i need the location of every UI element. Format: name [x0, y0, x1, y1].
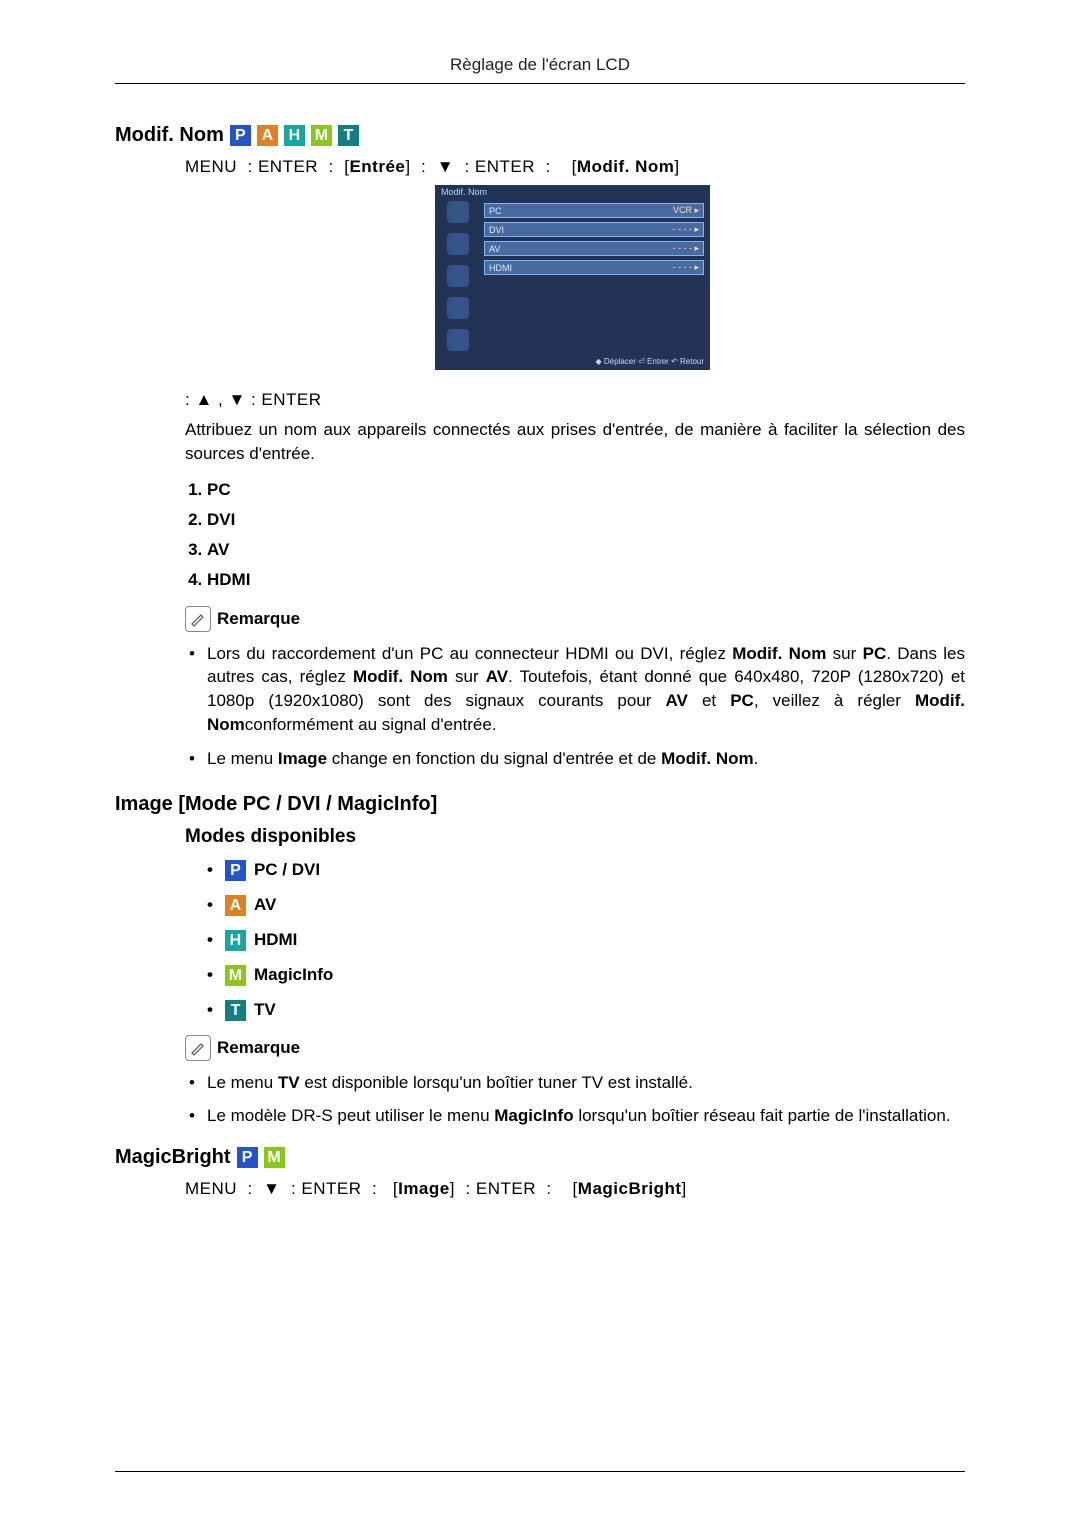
osd-row: HDMI- - - - ▸	[484, 260, 704, 275]
page-title: Règlage de l'écran LCD	[115, 55, 965, 84]
nav-path-2: : ▲ , ▼ : ENTER	[185, 390, 965, 410]
mode-icon-h: H	[284, 125, 305, 146]
modes-heading: Modes disponibles	[185, 826, 965, 848]
input-list: PC DVI AV HDMI	[185, 480, 965, 590]
intro-paragraph: Attribuez un nom aux appareils connectés…	[185, 418, 965, 466]
osd-title: Modif. Nom	[435, 185, 710, 197]
osd-row: DVI- - - - ▸	[484, 222, 704, 237]
mode-icon-a: A	[225, 895, 246, 916]
mode-item: M MagicInfo	[207, 965, 965, 986]
remarque-list-2: Le menu TV est disponible lorsqu'un boît…	[185, 1071, 965, 1129]
note-item: Lors du raccordement d'un PC au connecte…	[207, 642, 965, 737]
footer-rule	[115, 1471, 965, 1472]
osd-footer: ◆ Déplacer ⏎ Entrer ↶ Retour	[435, 355, 710, 370]
note-item: Le menu TV est disponible lorsqu'un boît…	[207, 1071, 965, 1095]
note-icon	[185, 606, 211, 632]
list-item: HDMI	[207, 570, 965, 590]
mode-icon-t: T	[338, 125, 359, 146]
osd-row: PCVCR ▸	[484, 203, 704, 218]
remarque-heading: Remarque	[185, 606, 965, 632]
mode-icon-m: M	[225, 965, 246, 986]
mode-icon-m: M	[264, 1147, 285, 1168]
section-title: MagicBright	[115, 1146, 231, 1169]
note-item: Le modèle DR-S peut utiliser le menu Mag…	[207, 1104, 965, 1128]
mode-item: A AV	[207, 895, 965, 916]
section-title: Modif. Nom	[115, 124, 224, 147]
list-item: DVI	[207, 510, 965, 530]
note-item: Le menu Image change en fonction du sign…	[207, 747, 965, 771]
modes-list: P PC / DVI A AV H HDMI M MagicInfo T TV	[185, 860, 965, 1021]
note-icon	[185, 1035, 211, 1061]
mode-icon-h: H	[225, 930, 246, 951]
section-magicbright: MagicBright P M	[115, 1146, 965, 1169]
mode-item: T TV	[207, 1000, 965, 1021]
mode-item: P PC / DVI	[207, 860, 965, 881]
osd-row: AV- - - - ▸	[484, 241, 704, 256]
osd-screenshot: Modif. Nom PCVCR ▸ DVI- - - - ▸ AV- - - …	[435, 185, 710, 370]
list-item: AV	[207, 540, 965, 560]
mode-item: H HDMI	[207, 930, 965, 951]
mode-icon-p: P	[230, 125, 251, 146]
mode-icon-a: A	[257, 125, 278, 146]
osd-list: PCVCR ▸ DVI- - - - ▸ AV- - - - ▸ HDMI- -…	[480, 197, 710, 355]
mode-icon-m: M	[311, 125, 332, 146]
list-item: PC	[207, 480, 965, 500]
section-image: Image [Mode PC / DVI / MagicInfo]	[115, 793, 965, 816]
nav-path-1: MENU : ENTER : [Entrée] : ▼ : ENTER : [M…	[185, 157, 965, 177]
mode-icon-t: T	[225, 1000, 246, 1021]
remarque-heading-2: Remarque	[185, 1035, 965, 1061]
remarque-list: Lors du raccordement d'un PC au connecte…	[185, 642, 965, 771]
osd-sidebar	[435, 197, 480, 355]
section-modif-nom: Modif. Nom P A H M T	[115, 124, 965, 147]
mode-icon-p: P	[237, 1147, 258, 1168]
nav-path-3: MENU : ▼ : ENTER : [Image] : ENTER : [Ma…	[185, 1179, 965, 1199]
mode-icon-p: P	[225, 860, 246, 881]
